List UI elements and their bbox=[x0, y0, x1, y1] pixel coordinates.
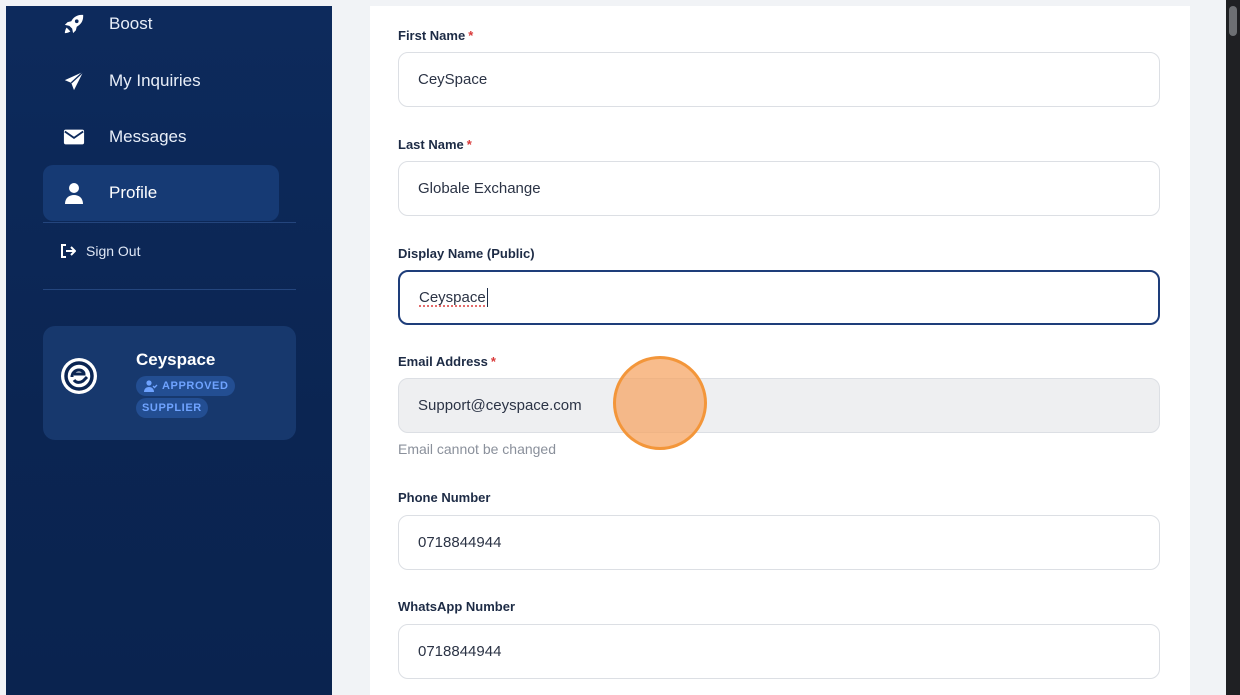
last-name-value: Globale Exchange bbox=[418, 180, 541, 197]
sidebar-item-my-inquiries[interactable]: My Inquiries bbox=[43, 53, 279, 109]
display-name-label-text: Display Name (Public) bbox=[398, 246, 535, 261]
sidebar-divider bbox=[43, 289, 296, 290]
profile-name: Ceyspace bbox=[136, 350, 216, 369]
sidebar-item-messages[interactable]: Messages bbox=[43, 109, 279, 165]
required-marker: * bbox=[466, 137, 472, 152]
sign-out-label: Sign Out bbox=[86, 243, 141, 259]
sign-out-link[interactable]: Sign Out bbox=[60, 243, 140, 259]
whatsapp-value: 0718844944 bbox=[418, 643, 502, 660]
paper-plane-icon bbox=[61, 70, 87, 92]
whatsapp-input[interactable]: 0718844944 bbox=[398, 624, 1160, 679]
sign-out-icon bbox=[60, 244, 78, 258]
last-name-label-text: Last Name bbox=[398, 137, 464, 152]
badge-line-1: APPROVED bbox=[136, 376, 235, 396]
email-value: Support@ceyspace.com bbox=[418, 397, 582, 414]
phone-value: 0718844944 bbox=[418, 534, 502, 551]
last-name-input[interactable]: Globale Exchange bbox=[398, 161, 1160, 216]
window-scrollbar[interactable] bbox=[1226, 0, 1240, 695]
sidebar-item-label: Boost bbox=[109, 14, 153, 33]
display-name-label: Display Name (Public) bbox=[398, 246, 535, 261]
user-check-icon bbox=[144, 380, 158, 392]
badge-line-2: SUPPLIER bbox=[136, 398, 208, 418]
required-marker: * bbox=[490, 354, 496, 369]
sidebar-item-boost[interactable]: Boost bbox=[43, 0, 279, 52]
display-name-input[interactable]: Ceyspace bbox=[398, 270, 1160, 325]
first-name-label: First Name * bbox=[398, 28, 473, 43]
sidebar-item-profile[interactable]: Profile bbox=[43, 165, 279, 221]
last-name-label: Last Name * bbox=[398, 137, 472, 152]
sidebar-item-label: My Inquiries bbox=[109, 71, 201, 90]
profile-form-panel: First Name * CeySpace Last Name * Globale … bbox=[370, 6, 1190, 695]
required-marker: * bbox=[468, 28, 474, 43]
email-label-text: Email Address bbox=[398, 354, 488, 369]
sidebar: Boost My Inquiries Messages Profile Sign… bbox=[6, 6, 332, 695]
phone-label: Phone Number bbox=[398, 490, 490, 505]
envelope-icon bbox=[61, 126, 87, 148]
ceyspace-logo-icon bbox=[61, 358, 97, 394]
sidebar-item-label: Messages bbox=[109, 127, 187, 146]
status-badge: APPROVED SUPPLIER bbox=[136, 376, 252, 420]
email-label: Email Address * bbox=[398, 354, 496, 369]
display-name-value: Ceyspace bbox=[419, 289, 486, 306]
profile-card: Ceyspace APPROVED SUPPLIER bbox=[43, 326, 296, 440]
text-cursor bbox=[486, 288, 488, 307]
whatsapp-label-text: WhatsApp Number bbox=[398, 599, 515, 614]
first-name-value: CeySpace bbox=[418, 71, 488, 88]
phone-input[interactable]: 0718844944 bbox=[398, 515, 1160, 570]
click-indicator bbox=[613, 356, 707, 450]
badge-text-supplier: SUPPLIER bbox=[142, 402, 202, 414]
sidebar-item-label: Profile bbox=[109, 183, 158, 202]
user-icon bbox=[61, 182, 87, 204]
phone-label-text: Phone Number bbox=[398, 490, 491, 505]
rocket-icon bbox=[61, 13, 87, 35]
email-hint: Email cannot be changed bbox=[398, 441, 556, 457]
whatsapp-label: WhatsApp Number bbox=[398, 599, 515, 614]
sidebar-divider bbox=[43, 222, 296, 223]
first-name-input[interactable]: CeySpace bbox=[398, 52, 1160, 107]
first-name-label-text: First Name bbox=[398, 28, 466, 43]
scrollbar-thumb[interactable] bbox=[1229, 6, 1237, 36]
badge-text-approved: APPROVED bbox=[162, 380, 229, 392]
email-field: Support@ceyspace.com bbox=[398, 378, 1160, 433]
